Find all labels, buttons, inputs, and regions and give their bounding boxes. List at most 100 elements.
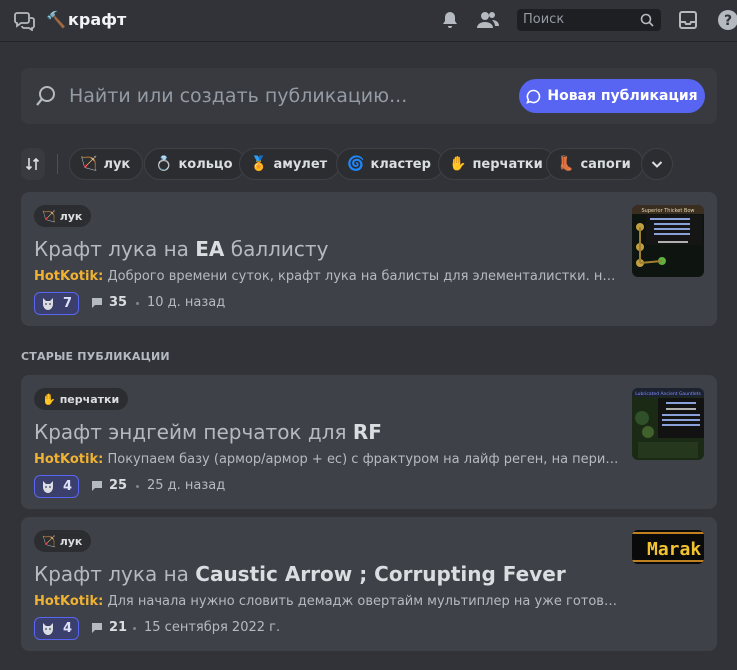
medal-icon: 🏅 — [250, 156, 268, 172]
search-icon — [36, 86, 55, 106]
post-title-bold: Caustic Arrow ; Corrupting Fever — [195, 562, 566, 586]
post-title-bold: EA — [195, 237, 225, 261]
post-title-text: баллисту — [224, 237, 329, 261]
reaction-button[interactable]: 4 — [34, 475, 79, 498]
post-tag: 🏹 лук — [34, 205, 92, 227]
post-tag: 🏹 лук — [34, 530, 92, 552]
message-count-value: 25 — [109, 478, 128, 493]
tag-label: амулет — [273, 156, 328, 172]
post-time: 10 д. назад — [147, 295, 226, 310]
reaction-button[interactable]: 4 — [34, 617, 79, 640]
post-card[interactable]: ✋ перчатки Крафт эндгейм перчаток для RF… — [21, 375, 717, 509]
bow-icon: 🏹 — [42, 209, 56, 223]
post-author: HotKotik: — [34, 452, 104, 467]
reaction-button[interactable]: 7 — [34, 292, 79, 315]
chat-bubble-icon — [526, 89, 541, 104]
message-icon — [92, 480, 102, 491]
tag-divider — [57, 154, 58, 174]
bow-icon: 🏹 — [80, 156, 98, 172]
post-excerpt: HotKotik: Доброго времени суток, крафт л… — [34, 268, 619, 285]
separator-dot — [136, 485, 139, 488]
post-title[interactable]: Крафт эндгейм перчаток для RF — [34, 419, 382, 445]
tag-sapogi[interactable]: 👢 сапоги — [546, 148, 644, 180]
post-excerpt: HotKotik: Покупаем базу (армор/армор + е… — [34, 451, 619, 468]
tag-koltso[interactable]: 💍 кольцо — [144, 148, 246, 180]
post-card[interactable]: 🏹 лук Крафт лука на Caustic Arrow ; Corr… — [21, 517, 717, 651]
post-excerpt-text: Покупаем базу (армор/армор + ес) с фракт… — [107, 452, 619, 467]
hammer-icon: 🔨 — [46, 10, 66, 29]
item-tooltip-image: Superior Thicket Bow — [632, 205, 704, 277]
tag-label: перчатки — [472, 156, 543, 172]
tag-label: кольцо — [178, 156, 233, 172]
post-tag-label: лук — [59, 534, 83, 548]
new-post-button[interactable]: Новая публикация — [519, 79, 705, 113]
header-search-placeholder: Поиск — [523, 12, 565, 27]
inbox-icon[interactable] — [678, 10, 698, 30]
post-card[interactable]: 🏹 лук Крафт лука на EA баллисту HotKotik… — [21, 192, 717, 326]
post-title-text: Крафт эндгейм перчаток для — [34, 420, 353, 444]
cyclone-icon: 🌀 — [347, 156, 365, 172]
boot-icon: 👢 — [557, 156, 575, 172]
post-time: 15 сентября 2022 г. — [144, 620, 281, 635]
separator-dot — [133, 627, 136, 630]
bow-icon: 🏹 — [42, 534, 56, 548]
thumb-caption: Superior Thicket Bow — [641, 208, 694, 214]
svg-text:?: ? — [724, 13, 732, 29]
post-title[interactable]: Крафт лука на EA баллисту — [34, 236, 328, 262]
post-author: HotKotik: — [34, 269, 104, 284]
reaction-count: 4 — [63, 479, 73, 494]
post-thumbnail[interactable]: Superior Thicket Bow — [632, 205, 704, 277]
section-header-old-posts: СТАРЫЕ ПУБЛИКАЦИИ — [21, 350, 170, 363]
more-tags-button[interactable] — [641, 148, 673, 180]
post-excerpt-text: Доброго времени суток, крафт лука на бал… — [107, 269, 619, 284]
post-title-bold: RF — [352, 420, 382, 444]
item-tooltip-image: Lubricated Ancient Gauntlets — [632, 388, 704, 460]
bell-icon[interactable] — [440, 10, 460, 30]
post-thumbnail[interactable]: Lubricated Ancient Gauntlets — [632, 388, 704, 460]
channel-header: 🔨 крафт Поиск ? — [0, 0, 737, 42]
ring-icon: 💍 — [155, 156, 173, 172]
tag-klaster[interactable]: 🌀 кластер — [336, 148, 444, 180]
chevron-down-icon — [651, 161, 663, 168]
sort-icon — [25, 157, 40, 171]
hand-icon: ✋ — [42, 392, 56, 406]
tag-amulet[interactable]: 🏅 амулет — [239, 148, 341, 180]
help-icon[interactable]: ? — [717, 9, 737, 31]
post-search-placeholder: Найти или создать публикацию... — [69, 85, 408, 107]
message-count-value: 21 — [109, 620, 128, 635]
tag-label: сапоги — [580, 156, 631, 172]
sort-button[interactable] — [21, 148, 45, 180]
tag-perchatki[interactable]: ✋ перчатки — [438, 148, 556, 180]
post-tag-label: перчатки — [59, 392, 120, 406]
tag-filter-bar: 🏹 лук 💍 кольцо 🏅 амулет 🌀 кластер ✋ перч… — [21, 148, 717, 180]
forum-icon — [14, 12, 35, 31]
message-icon — [92, 297, 102, 308]
hand-icon: ✋ — [449, 156, 467, 172]
tag-luk[interactable]: 🏹 лук — [69, 148, 144, 180]
post-title[interactable]: Крафт лука на Caustic Arrow ; Corrupting… — [34, 561, 566, 587]
message-count: 25 — [91, 478, 127, 493]
new-post-label: Новая публикация — [547, 88, 698, 104]
tag-label: лук — [103, 156, 131, 172]
post-author: HotKotik: — [34, 594, 104, 609]
thumb-caption: Marak — [647, 539, 701, 560]
post-search-bar[interactable]: Найти или создать публикацию... Новая пу… — [21, 68, 717, 124]
post-time: 25 д. назад — [147, 478, 226, 493]
reaction-count: 4 — [63, 621, 73, 636]
separator-dot — [136, 302, 139, 305]
members-icon[interactable] — [477, 10, 499, 30]
message-count-value: 35 — [109, 295, 128, 310]
thumb-caption: Lubricated Ancient Gauntlets — [635, 391, 701, 397]
post-title-text: Крафт лука на — [34, 562, 196, 586]
message-count: 35 — [91, 295, 127, 310]
message-icon — [92, 622, 102, 633]
post-excerpt-text: Для начала нужно словить демадж овертайм… — [107, 594, 619, 609]
tag-label: кластер — [370, 156, 431, 172]
post-title-text: Крафт лука на — [34, 237, 196, 261]
header-search-input[interactable]: Поиск — [517, 9, 661, 31]
cat-emoji-icon — [43, 622, 53, 635]
post-tag-label: лук — [59, 209, 83, 223]
post-excerpt: HotKotik: Для начала нужно словить демад… — [34, 593, 619, 610]
post-thumbnail[interactable]: Marak — [632, 530, 704, 564]
cat-emoji-icon — [43, 480, 53, 493]
